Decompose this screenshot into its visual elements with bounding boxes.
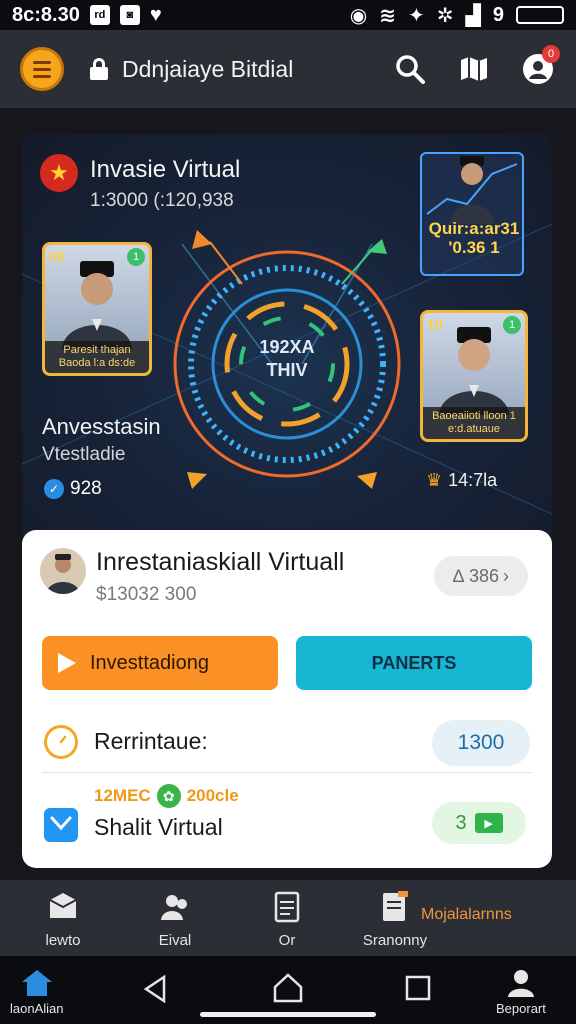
invest-button-label: Investtadiong [90,651,209,674]
center-readout: 192XA THIV [259,337,315,381]
person-card-right[interactable]: 10 1 Baoeaiioti lloon 1 e:d.atuaue [420,310,528,442]
investment-panel: Inrestaniaskiall Virtuall $13032 300 ∆ 3… [22,530,552,868]
profile-notification-icon[interactable]: 0 [520,45,560,87]
document-icon [274,891,300,923]
nav-report[interactable]: Beporart [496,968,546,1016]
home-outline-icon [273,973,303,1003]
gear-icon: ✿ [156,784,181,808]
tag-right: 200cle [186,786,239,805]
nav-label: Beporart [496,1001,546,1016]
settings-status-icon: ✲ [436,4,454,27]
tab-documents[interactable]: Or [242,890,332,949]
heart-icon: ♥ [149,3,162,26]
divider [42,772,532,773]
status-bar: 8c:8.30 rd ◙ ♥ ◉ ≋ ✦ ✲ ▟ 9 [0,0,576,30]
tab-label: Sranonny [362,932,428,949]
arrow-right-icon: ▶ [474,813,503,833]
wifi-icon: ◉ [349,4,368,27]
hero-banner[interactable]: ★ Invasie Virtual 1:3000 (:120,938 00 1 … [22,134,552,554]
header-title: Ddnjaiaye Bitdial [122,55,294,82]
person-portrait-image [62,261,132,349]
map-icon[interactable] [456,51,492,87]
tag-left: 12MEC [94,786,151,805]
hero-left-title: Anvesstasin [42,414,161,439]
search-icon[interactable] [392,51,428,87]
tab-label: lewto [45,932,81,949]
users-icon [161,895,187,920]
tab-special-label[interactable]: Mojalalarnns [421,906,512,924]
recents-button[interactable] [404,974,432,1005]
status-app-icon: ◙ [119,5,140,25]
status-notification-icon: rd [89,5,110,25]
bottom-tab-bar: lewto Eival Or Sranonny Mojalalarnns [0,880,576,956]
status-time: 8c:8.30 [12,3,80,26]
battery-icon [516,6,564,24]
lock-icon [90,58,108,80]
row-label: Shalit Virtual [94,814,223,840]
avatar[interactable] [40,548,86,594]
hero-subtitle: 1:3000 (:120,938 [90,190,234,211]
battery-percent: 9 [492,3,504,26]
row-action-chip[interactable]: 3 ▶ [432,802,526,844]
row-label: Rerrintaue: [94,728,208,754]
tab-home[interactable]: lewto [18,890,108,949]
flame-icon: ♛ [426,470,443,490]
clock-icon [44,725,78,759]
home-button[interactable] [272,972,304,1007]
star-badge-icon: ★ [40,154,78,192]
app-header: Ddnjaiaye Bitdial 0 [0,30,576,108]
back-button[interactable] [140,974,170,1007]
card-badge: 1 [127,248,145,266]
box-icon [49,893,77,918]
card-number: 00 [49,248,65,264]
panerts-button[interactable]: PANERTS [296,636,532,690]
hero-check-stat: ✓ 928 [44,478,102,500]
stat-chip[interactable]: ∆ 386 › [434,556,528,596]
right-stat-value: 14:7la [448,470,498,490]
presenter-image [426,156,518,224]
card-caption: Baoeaiioti lloon 1 e:d.atuaue [423,406,525,439]
notes-icon [383,891,408,921]
home-indicator[interactable] [200,1012,376,1017]
chevron-right-icon: › [503,565,510,586]
hero-right-stat: ♛ 14:7la [426,470,497,491]
holo-card[interactable] [420,152,524,276]
square-icon [405,975,431,1001]
panel-amount: $13032 300 [96,584,197,605]
home-icon [21,970,52,996]
check-icon: ✓ [44,479,64,499]
check-value: 928 [70,478,102,499]
notification-badge: 0 [542,45,560,63]
card-caption: Paresit thajan Baoda l:a ds:de [45,340,149,373]
person-icon [507,970,534,997]
card-number: 10 [427,316,443,332]
person-card-left[interactable]: 00 1 Paresit thajan Baoda l:a ds:de [42,242,152,376]
tab-label: Or [278,932,296,949]
invest-button[interactable]: Investtadiong [42,636,278,690]
vibrate-icon: ✦ [407,4,425,27]
chip-value: ∆ 386 [452,565,500,586]
signal-icon: ▟ [465,4,481,27]
signal-wifi-icon: ≋ [379,4,396,27]
play-icon [58,653,76,673]
row-tag: 12MEC ✿ 200cle [94,784,239,808]
card-badge: 1 [503,316,521,334]
hero-title: Invasie Virtual [90,156,241,183]
tab-label: Eival [158,932,192,949]
tab-email[interactable]: Eival [130,890,220,949]
back-icon [143,974,166,1004]
panel-title: Inrestaniaskiall Virtuall [96,548,345,576]
person-portrait-image [439,327,509,415]
chat-icon [44,808,78,842]
row-value-chip[interactable]: 1300 [432,720,530,766]
menu-button[interactable] [20,47,64,91]
chip-value: 3 [455,811,467,834]
hero-left-subtitle: Vtestladie [42,444,126,465]
holo-text: Quir:a:ar31 '0.36 1 [428,219,520,257]
nav-label: laonAlian [10,1001,64,1016]
nav-home[interactable]: laonAlian [10,968,64,1016]
